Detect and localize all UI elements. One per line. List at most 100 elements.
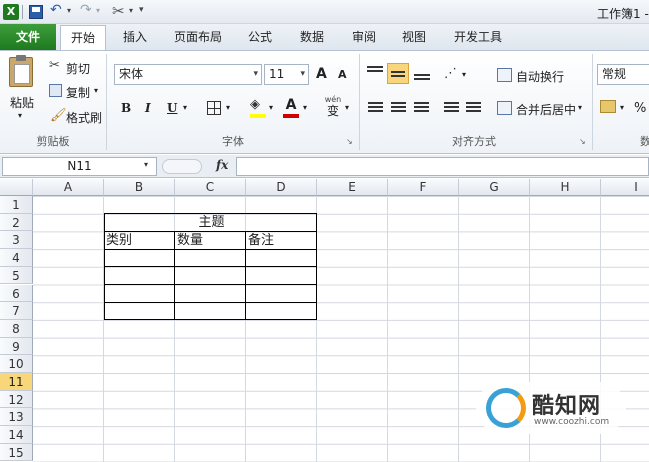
font-dialog-launcher-icon[interactable]: ↘ <box>346 137 353 146</box>
column-header-f[interactable]: F <box>388 179 459 196</box>
tools-dropdown-icon[interactable]: ▾ <box>129 6 133 15</box>
row-header-8[interactable]: 8 <box>0 319 33 338</box>
excel-logo-icon[interactable]: X <box>3 4 19 20</box>
row-header-11[interactable]: 11 <box>0 373 33 391</box>
increase-indent-icon[interactable] <box>466 102 481 114</box>
customize-qat-icon[interactable]: ▾ <box>139 5 144 15</box>
align-left-icon[interactable] <box>368 102 383 114</box>
tab-insert[interactable]: 插入 <box>116 24 154 50</box>
format-painter-button[interactable]: 格式刷 <box>66 109 102 126</box>
tab-review[interactable]: 审阅 <box>344 24 384 50</box>
bold-button[interactable]: B <box>121 101 131 115</box>
row-header-14[interactable]: 14 <box>0 426 33 444</box>
column-header-h[interactable]: H <box>530 179 601 196</box>
group-label-alignment: 对齐方式 <box>452 135 496 148</box>
number-format-select[interactable]: 常规 <box>597 64 649 85</box>
redo-dropdown-icon[interactable]: ▾ <box>96 6 100 15</box>
merge-center-button[interactable]: 合并后居中 <box>516 101 576 118</box>
merge-dropdown-icon[interactable]: ▾ <box>578 103 582 112</box>
orientation-icon[interactable]: ⋰ <box>444 66 457 81</box>
align-bottom-icon[interactable] <box>414 66 430 80</box>
redo-icon[interactable]: ↷ <box>80 2 92 18</box>
column-header-b[interactable]: B <box>104 179 175 196</box>
borders-icon[interactable] <box>207 101 221 115</box>
tab-view[interactable]: 视图 <box>394 24 434 50</box>
undo-icon[interactable]: ↶ <box>50 2 62 18</box>
font-name-select[interactable]: 宋体 ▾ <box>114 64 262 85</box>
formula-bar-grip-icon[interactable] <box>162 159 202 174</box>
column-header-c[interactable]: C <box>175 179 246 196</box>
tab-file[interactable]: 文件 <box>0 24 56 50</box>
table-title[interactable]: 主题 <box>105 215 316 231</box>
row-header-10[interactable]: 10 <box>0 355 33 373</box>
row-header-1[interactable]: 1 <box>0 196 33 214</box>
name-box-dropdown-icon[interactable]: ▾ <box>144 160 148 169</box>
row-header-7[interactable]: 7 <box>0 302 33 320</box>
row-header-6[interactable]: 6 <box>0 284 33 303</box>
decrease-indent-icon[interactable] <box>444 102 459 114</box>
row-header-4[interactable]: 4 <box>0 249 33 267</box>
fill-color-icon[interactable]: ◈ <box>250 98 266 118</box>
row-header-5[interactable]: 5 <box>0 266 33 285</box>
table-header-notes[interactable]: 备注 <box>246 233 274 249</box>
orientation-dropdown-icon[interactable]: ▾ <box>462 70 466 79</box>
chevron-down-icon: ▾ <box>300 69 305 79</box>
align-middle-icon[interactable] <box>387 63 409 84</box>
paste-dropdown-icon[interactable]: ▾ <box>18 111 22 120</box>
alignment-dialog-launcher-icon[interactable]: ↘ <box>579 137 586 146</box>
shrink-font-button[interactable]: A <box>338 68 347 81</box>
copy-dropdown-icon[interactable]: ▾ <box>94 86 98 95</box>
row-header-13[interactable]: 13 <box>0 408 33 427</box>
cut-button[interactable]: 剪切 <box>66 60 90 77</box>
fill-color-dropdown-icon[interactable]: ▾ <box>269 103 273 112</box>
borders-dropdown-icon[interactable]: ▾ <box>226 103 230 112</box>
undo-dropdown-icon[interactable]: ▾ <box>67 6 71 15</box>
font-size-select[interactable]: 11 ▾ <box>264 64 309 85</box>
paste-icon[interactable] <box>9 55 33 87</box>
table-header-quantity[interactable]: 数量 <box>175 233 203 249</box>
phonetic-dropdown-icon[interactable]: ▾ <box>345 103 349 112</box>
tab-developer[interactable]: 开发工具 <box>448 24 508 50</box>
column-header-a[interactable]: A <box>33 179 104 196</box>
italic-button[interactable]: I <box>145 101 151 115</box>
font-color-dropdown-icon[interactable]: ▾ <box>303 103 307 112</box>
copy-icon <box>49 84 62 97</box>
tools-icon[interactable]: ✂ <box>112 2 125 20</box>
save-icon[interactable] <box>29 5 43 19</box>
tab-page-layout[interactable]: 页面布局 <box>168 24 228 50</box>
copy-button[interactable]: 复制 <box>66 84 90 101</box>
cut-icon: ✂ <box>49 58 60 73</box>
insert-function-icon[interactable]: fx <box>216 158 228 172</box>
column-header-e[interactable]: E <box>317 179 388 196</box>
name-box[interactable]: N11 <box>2 157 157 176</box>
column-header-i[interactable]: I <box>601 179 649 196</box>
underline-dropdown-icon[interactable]: ▾ <box>183 103 187 112</box>
formula-input[interactable] <box>236 157 649 176</box>
paste-button[interactable]: 粘贴 <box>10 94 34 111</box>
align-top-icon[interactable] <box>367 66 383 80</box>
row-header-2[interactable]: 2 <box>0 213 33 232</box>
align-center-icon[interactable] <box>391 102 406 114</box>
accounting-dropdown-icon[interactable]: ▾ <box>620 103 624 112</box>
format-painter-icon: 🖌 <box>50 108 67 123</box>
row-header-15[interactable]: 15 <box>0 443 33 462</box>
table-header-category[interactable]: 类别 <box>104 233 132 249</box>
underline-button[interactable]: U <box>167 101 177 115</box>
column-header-d[interactable]: D <box>246 179 317 196</box>
number-format-value: 常规 <box>602 67 627 81</box>
wrap-text-button[interactable]: 自动换行 <box>516 68 564 85</box>
grow-font-button[interactable]: A <box>316 66 327 82</box>
accounting-format-icon[interactable] <box>600 100 616 113</box>
tab-home[interactable]: 开始 <box>60 25 106 51</box>
row-header-12[interactable]: 12 <box>0 390 33 409</box>
tab-formulas[interactable]: 公式 <box>240 24 280 50</box>
font-color-icon[interactable]: A <box>283 98 299 118</box>
column-header-g[interactable]: G <box>459 179 530 196</box>
tab-data[interactable]: 数据 <box>292 24 332 50</box>
phonetic-icon[interactable]: wén 变 <box>324 96 342 119</box>
select-all-corner[interactable] <box>0 179 33 196</box>
row-header-9[interactable]: 9 <box>0 337 33 356</box>
row-header-3[interactable]: 3 <box>0 231 33 250</box>
percent-button[interactable]: % <box>634 101 646 116</box>
align-right-icon[interactable] <box>414 102 429 114</box>
